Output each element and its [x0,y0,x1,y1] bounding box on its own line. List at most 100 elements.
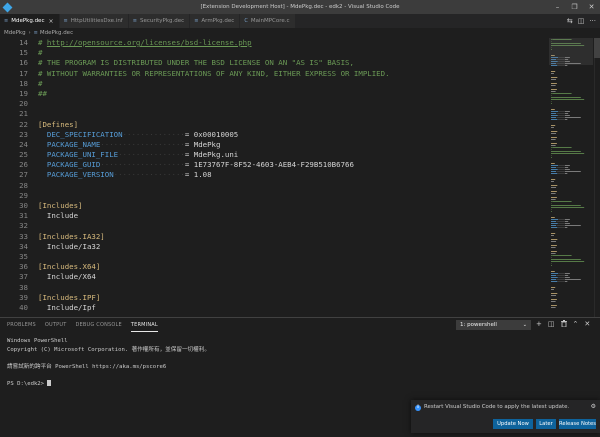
terminal-prompt[interactable]: PS D:\edk2> [7,380,210,389]
window-title: [Extension Development Host] - MdePkg.de… [200,4,400,10]
minimap-line [551,147,552,148]
minimap-line [557,227,565,228]
code-line[interactable]: 29 [0,191,546,201]
gear-icon[interactable]: ⚙ [591,403,596,410]
code-line[interactable]: 39 [Includes.IPF] [0,293,546,303]
terminal-select[interactable]: 1: powershell ⌄ [456,320,531,330]
minimap-line [564,171,581,172]
minimap-line [551,103,552,104]
maximize-panel-icon[interactable]: ⌃ [573,320,579,329]
code-line[interactable]: 38 [0,283,546,293]
line-number: 36 [19,262,28,272]
editor-tab-bar: ≡ MdePkg.dec × ≡ HttpUtilitiesDxe.inf ≡ … [0,14,600,28]
minimap[interactable] [549,38,593,317]
code-line[interactable]: 35 [0,252,546,262]
tab-mainmpcore-c[interactable]: C MainMPCore.c [240,14,296,28]
release-notes-button[interactable]: Release Notes [559,419,596,429]
later-button[interactable]: Later [536,419,556,429]
line-number: 38 [19,282,28,292]
code-line[interactable]: 28 [0,181,546,191]
tab-armpkg-dec[interactable]: ≡ ArmPkg.dec [190,14,241,28]
line-number: 33 [19,231,28,241]
code-line[interactable]: 25 PACKAGE_UNI_FILE···············= MdeP… [0,150,546,160]
compare-icon[interactable]: ⇆ [567,17,573,25]
minimap-line [564,223,570,224]
token-val: = 1.08 [184,170,212,180]
code-line[interactable]: 14 # http://opensource.org/licenses/bsd-l… [0,38,546,48]
tab-httputilitiesdxe-inf[interactable]: ≡ HttpUtilitiesDxe.inf [59,14,129,28]
close-panel-icon[interactable]: ✕ [584,320,590,329]
tab-label: MainMPCore.c [250,18,290,24]
code-text: PACKAGE_VERSION················= 1.08 [38,170,212,180]
minimap-line [564,111,570,112]
minimap-line [551,77,558,78]
breadcrumb-folder[interactable]: MdePkg [4,30,26,36]
code-line[interactable]: 30 [Includes] [0,201,546,211]
code-line[interactable]: 24 PACKAGE_NAME···················= MdeP… [0,140,546,150]
code-text: PACKAGE_GUID···················= 1E73767… [38,160,354,170]
minimap-line [551,235,554,236]
minimap-line [564,219,570,220]
tab-terminal[interactable]: TERMINAL [130,318,158,332]
code-line[interactable]: 17 # WITHOUT WARRANTIES OR REPRESENTATION… [0,69,546,79]
minimap-line [551,145,556,146]
code-line[interactable]: 31 Include [0,211,546,221]
code-line[interactable]: 32 [0,221,546,231]
code-line[interactable]: 23 DEC_SPECIFICATION··············= 0x00… [0,130,546,140]
token-val: = 0x00010005 [184,129,239,139]
close-icon[interactable]: ✕ [583,0,600,14]
minimap-line [551,223,558,224]
minimap-line [552,255,572,256]
kill-terminal-icon[interactable] [560,320,567,329]
code-line[interactable]: 15 # [0,48,546,58]
minimap-line [556,221,565,222]
minimap-line [551,251,557,252]
minimap-line [564,227,568,228]
code-line[interactable]: 20 [0,99,546,109]
minimap-viewport[interactable] [549,38,593,65]
code-line[interactable]: 36 [Includes.X64] [0,262,546,272]
line-number: 28 [19,180,28,190]
tab-debug-console[interactable]: DEBUG CONSOLE [75,318,121,332]
code-editor[interactable]: 14 # http://opensource.org/licenses/bsd-l… [0,38,546,317]
token-dots: ··············· [118,150,185,160]
minimap-line [551,167,557,168]
minimap-line [558,273,565,274]
line-number: 15 [19,48,28,58]
panel-tabs: PROBLEMS OUTPUT DEBUG CONSOLE TERMINAL [0,318,158,332]
split-terminal-icon[interactable]: ◫ [548,320,555,329]
panel-actions: + ◫ ⌃ ✕ [536,320,590,329]
code-line[interactable]: 21 [0,109,546,119]
add-terminal-icon[interactable]: + [536,320,542,329]
breadcrumb-file[interactable]: MdePkg.dec [40,30,73,36]
chevron-right-icon: › [28,30,31,36]
update-now-button[interactable]: Update Now [493,419,533,429]
minimap-line [564,165,570,166]
code-line[interactable]: 22 [Defines] [0,120,546,130]
code-line[interactable]: 19 ## [0,89,546,99]
editor-scrollbar[interactable] [594,38,600,317]
split-editor-icon[interactable]: ◫ [578,17,585,25]
minimap-line [551,117,557,118]
restore-icon[interactable]: ❐ [566,0,583,14]
tab-output[interactable]: OUTPUT [45,318,67,332]
minimap-line [551,245,557,246]
more-icon[interactable]: ··· [589,17,596,25]
minimize-icon[interactable]: – [549,0,566,14]
scrollbar-thumb[interactable] [594,38,600,58]
code-line[interactable]: 16 # THE PROGRAM IS DISTRIBUTED UNDER THE… [0,58,546,68]
minimap-line [551,163,555,164]
code-text: # [38,48,42,58]
tab-securitypkg-dec[interactable]: ≡ SecurityPkg.dec [128,14,191,28]
code-line[interactable]: 26 PACKAGE_GUID···················= 1E73… [0,160,546,170]
code-line[interactable]: 18 # [0,79,546,89]
code-line[interactable]: 40 Include/Ipf [0,303,546,313]
code-line[interactable]: 27 PACKAGE_VERSION················= 1.08 [0,170,546,180]
code-line[interactable]: 37 Include/X64 [0,272,546,282]
close-tab-icon[interactable]: × [48,18,53,25]
terminal-output[interactable]: Windows PowerShell Copyright (C) Microso… [7,337,210,389]
tab-problems[interactable]: PROBLEMS [7,318,36,332]
code-line[interactable]: 33 [Includes.IA32] [0,232,546,242]
tab-mdepkg-dec[interactable]: ≡ MdePkg.dec × [0,14,60,28]
code-line[interactable]: 34 Include/Ia32 [0,242,546,252]
